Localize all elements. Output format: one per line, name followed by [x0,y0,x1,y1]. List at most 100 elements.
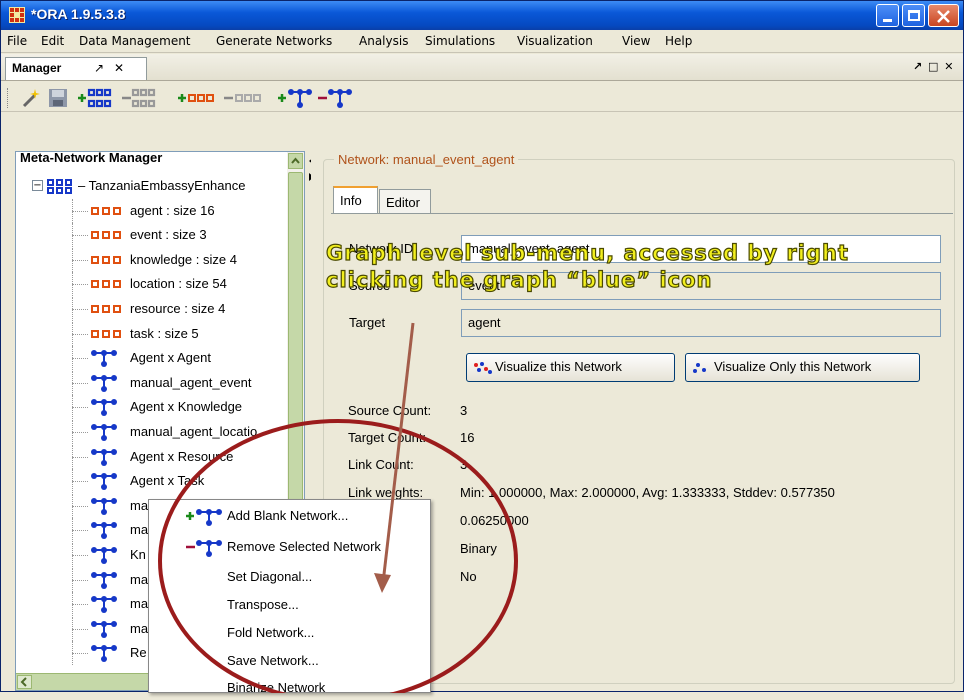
remove-selected-network-menu-item[interactable]: Remove Selected Network [149,535,430,559]
node-set-icon[interactable] [90,277,124,291]
menu-help[interactable]: Help [665,34,692,48]
menu-simulations[interactable]: Simulations [425,34,495,48]
graph-blue-icon[interactable] [90,497,118,515]
visualize-network-button[interactable]: Visualize this Network [466,353,675,382]
graph-blue-icon[interactable] [90,448,118,466]
tree-node-set-item[interactable]: resource : size 4 [16,297,286,321]
graph-blue-icon[interactable] [90,521,118,540]
graph-blue-icon[interactable] [90,423,118,441]
visualize-only-network-button[interactable]: Visualize Only this Network [685,353,920,382]
stat-label: Link Count: [348,457,414,472]
tree-connector [72,259,88,261]
tree-network-item[interactable]: manual_agent_event [16,370,286,395]
meta-network-icon [47,179,72,194]
menu-view[interactable]: View [622,34,650,48]
remove-network-icon[interactable] [317,87,353,109]
tree-network-item[interactable]: manual_agent_locatio [16,420,286,444]
tree-connector [72,407,88,409]
binarize-network-menu-item[interactable]: Binarize Network [149,676,430,700]
save-network-menu-item[interactable]: Save Network... [149,649,430,673]
tree-connector-vertical [72,469,73,494]
callout-annotation: Graph level sub-menu, accessed by right … [325,240,849,292]
graph-blue-icon[interactable] [90,595,118,614]
stat-value: 0.06250000 [460,513,529,528]
visualize-network-label: Visualize this Network [495,359,622,374]
graph-blue-icon[interactable] [90,472,118,491]
add-blank-network-menu-item[interactable]: Add Blank Network... [149,504,430,528]
tree-network-item[interactable]: Agent x Knowledge [16,395,286,420]
tree-item-label: Agent x Resource [130,448,234,464]
close-button[interactable] [928,4,959,27]
save-network-label: Save Network... [227,653,319,668]
graph-blue-icon[interactable] [90,398,118,417]
minimize-icon [883,19,892,22]
menu-file[interactable]: File [7,34,27,48]
save-icon[interactable] [47,87,69,109]
title-bar[interactable]: *ORA 1.9.5.3.8 [1,1,963,30]
wand-icon[interactable] [21,87,43,109]
tab-info[interactable]: Info [333,186,378,214]
tree-connector [72,481,88,483]
transpose-label: Transpose... [227,597,299,612]
stat-value: Min: 1.000000, Max: 2.000000, Avg: 1.333… [460,485,835,500]
tree-node-set-item[interactable]: location : size 54 [16,272,286,297]
menu-visualization[interactable]: Visualization [517,34,593,48]
menu-data-management[interactable]: Data Management [79,34,191,48]
minimize-button[interactable] [876,4,899,27]
collapse-toggle-icon[interactable]: − [32,180,43,191]
node-set-icon[interactable] [90,327,124,341]
node-set-icon[interactable] [90,253,124,267]
tree-node-set-item[interactable]: agent : size 16 [16,198,286,223]
set-diagonal-menu-item[interactable]: Set Diagonal... [149,565,430,589]
add-meta-network-icon[interactable] [77,87,117,109]
graph-blue-icon[interactable] [90,374,118,392]
tree-network-item[interactable]: Agent x Resource [16,444,286,469]
graph-blue-icon[interactable] [90,644,118,663]
tree-connector-vertical [72,592,73,617]
scroll-up-button[interactable] [288,153,303,169]
tab-close-icon[interactable]: ✕ [114,61,124,75]
menu-analysis[interactable]: Analysis [359,34,408,48]
tree-connector-vertical [72,641,73,666]
pin-icon[interactable]: ↗ [94,61,104,75]
tree-node-set-item[interactable]: event : size 3 [16,223,286,248]
node-set-icon[interactable] [90,302,124,316]
tree-connector [72,456,88,458]
fold-network-menu-item[interactable]: Fold Network... [149,621,430,645]
tree-network-item[interactable]: Agent x Task [16,469,286,494]
node-set-icon[interactable] [90,204,124,218]
tree-connector-vertical [72,198,73,223]
menu-edit[interactable]: Edit [41,34,64,48]
tree-node-set-item[interactable]: task : size 5 [16,321,286,346]
tree-connector [72,579,88,581]
add-blank-network-label: Add Blank Network... [227,508,349,523]
tab-editor-label: Editor [386,195,420,210]
menu-generate-networks[interactable]: Generate Networks [216,34,332,48]
tree-node-set-item[interactable]: knowledge : size 4 [16,247,286,272]
maximize-button[interactable] [902,4,925,27]
add-network-icon[interactable] [277,87,313,109]
graph-blue-icon[interactable] [90,571,118,589]
stat-value: 16 [460,430,475,445]
tree-root-meta-network[interactable]: − – TanzaniaEmbassyEnhance [16,174,286,198]
transpose-menu-item[interactable]: Transpose... [149,593,430,617]
tab-manager[interactable]: Manager ↗ ✕ [5,57,147,80]
tree-network-item[interactable]: Agent x Agent [16,346,286,371]
tree-item-label: location : size 54 [130,276,227,292]
graph-blue-icon[interactable] [90,620,118,638]
tree-item-label: knowledge : size 4 [130,251,237,267]
tree-item-label: Agent x Knowledge [130,399,243,415]
panel-window-controls[interactable]: ↗ □ ✕ [913,60,955,73]
node-set-icon[interactable] [90,228,124,242]
remove-meta-network-icon[interactable] [121,87,161,109]
add-node-set-icon[interactable] [177,87,219,109]
graph-blue-icon[interactable] [90,349,118,368]
tab-editor[interactable]: Editor [379,189,431,214]
network-title: Network: manual_event_agent [334,152,519,167]
tree-connector-vertical [72,493,73,518]
tree-connector-vertical [72,272,73,297]
scroll-left-button[interactable] [17,675,32,689]
toolbar-grip [7,88,10,108]
graph-blue-icon[interactable] [90,546,118,564]
remove-node-set-icon[interactable] [223,87,267,109]
